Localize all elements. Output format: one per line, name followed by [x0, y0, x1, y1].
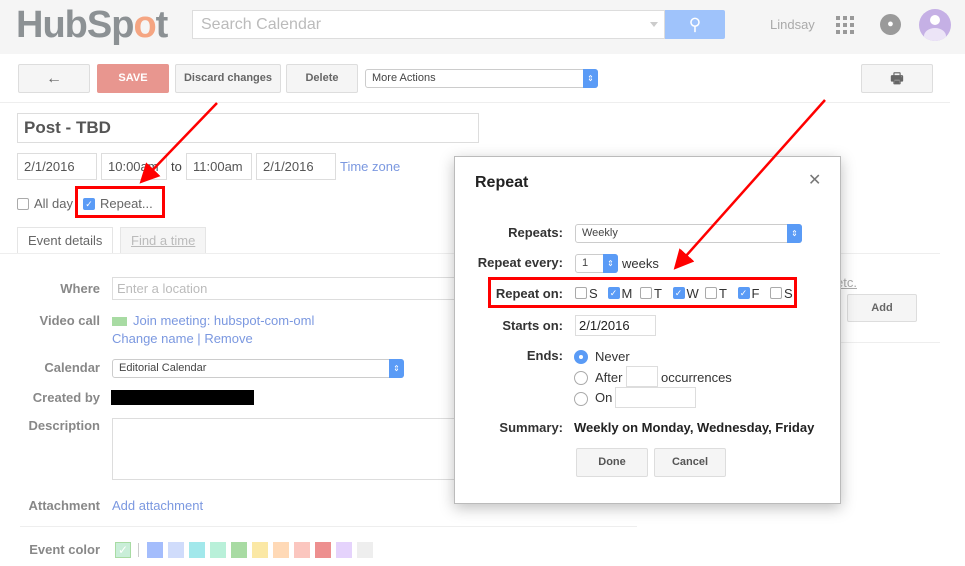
arrow-to-repeat-on	[673, 99, 826, 270]
arrow-to-repeat	[139, 102, 218, 184]
annotation-arrows	[139, 99, 826, 270]
